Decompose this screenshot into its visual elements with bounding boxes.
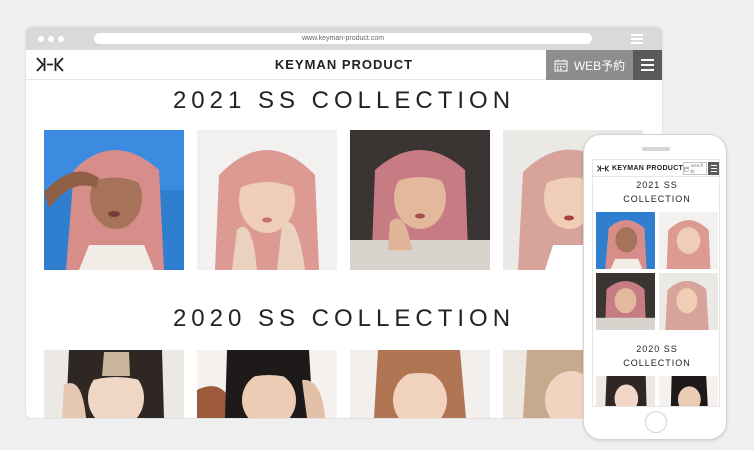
calendar-icon bbox=[554, 59, 568, 71]
calendar-icon bbox=[684, 166, 690, 171]
mobile-section-title-line: 2020 SS bbox=[636, 344, 678, 354]
mobile-collection-photo[interactable] bbox=[659, 212, 718, 269]
mobile-hamburger-menu-button[interactable] bbox=[708, 162, 719, 175]
mobile-section-title-2020: 2020 SS COLLECTION bbox=[593, 342, 719, 370]
address-bar[interactable]: www.keyman-product.com bbox=[94, 33, 592, 44]
browser-toolbar: www.keyman-product.com bbox=[26, 27, 662, 50]
section-title-2020: 2020 SS COLLECTION bbox=[172, 305, 516, 332]
phone-home-button bbox=[645, 411, 667, 433]
mobile-brand-title: KEYMAN PRODUCT bbox=[612, 165, 684, 172]
collection-photo[interactable] bbox=[44, 130, 184, 270]
mobile-section-title-line: COLLECTION bbox=[623, 358, 691, 368]
collection-photo[interactable] bbox=[350, 350, 490, 418]
mobile-section-title-line: COLLECTION bbox=[623, 194, 691, 204]
window-dot-icon bbox=[38, 36, 44, 42]
window-dot-icon bbox=[48, 36, 54, 42]
section-title-2021: 2021 SS COLLECTION bbox=[172, 87, 516, 114]
collection-photo[interactable] bbox=[197, 130, 337, 270]
web-reservation-button[interactable]: WEB予約 bbox=[546, 50, 633, 80]
mobile-site-header: KEYMAN PRODUCT WEB予約 bbox=[593, 160, 719, 177]
mobile-web-reservation-label: WEB予約 bbox=[690, 162, 704, 174]
site-header: KEYMAN PRODUCT WEB予約 bbox=[26, 50, 662, 80]
collection-photo[interactable] bbox=[350, 130, 490, 270]
mobile-section-title-2021: 2021 SS COLLECTION bbox=[593, 178, 719, 206]
collection-photo[interactable] bbox=[197, 350, 337, 418]
mobile-collection-photo[interactable] bbox=[659, 273, 718, 330]
web-reservation-label: WEB予約 bbox=[573, 58, 626, 73]
mobile-web-reservation-button[interactable]: WEB予約 bbox=[683, 162, 707, 175]
mobile-section-title-line: 2021 SS bbox=[636, 180, 678, 190]
desktop-browser-mock: www.keyman-product.com KEYMAN PRODUCT WE… bbox=[26, 27, 662, 418]
mobile-collection-photo[interactable] bbox=[659, 376, 718, 406]
window-controls bbox=[38, 36, 64, 42]
mobile-collection-photo[interactable] bbox=[596, 376, 655, 406]
mobile-collection-photo[interactable] bbox=[596, 212, 655, 269]
hamburger-menu-button[interactable] bbox=[633, 50, 662, 80]
keyman-logo-icon[interactable] bbox=[596, 164, 610, 173]
collection-photo[interactable] bbox=[44, 350, 184, 418]
mobile-phone-mock: KEYMAN PRODUCT WEB予約 2021 SS COLLECTION bbox=[583, 134, 727, 440]
mobile-collection-photo[interactable] bbox=[596, 273, 655, 330]
mobile-screen: KEYMAN PRODUCT WEB予約 2021 SS COLLECTION bbox=[592, 159, 720, 407]
browser-menu-icon[interactable] bbox=[631, 34, 643, 46]
phone-speaker bbox=[642, 147, 670, 151]
window-dot-icon bbox=[58, 36, 64, 42]
